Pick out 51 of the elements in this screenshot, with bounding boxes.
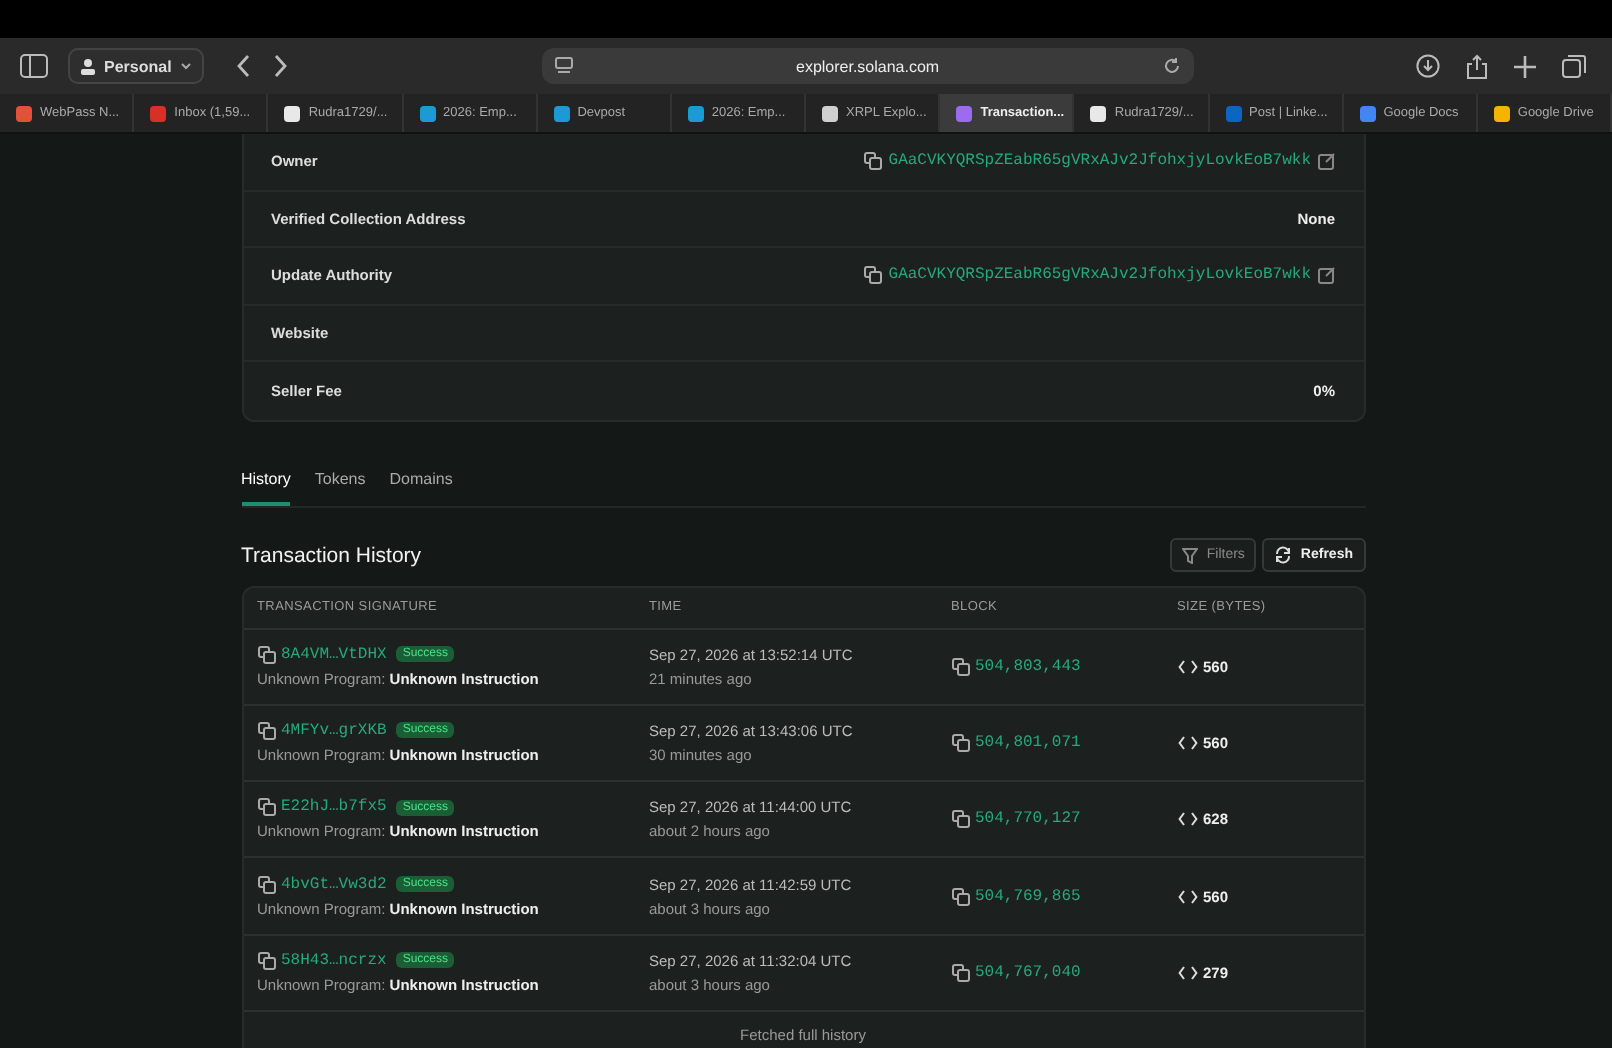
refresh-icon xyxy=(1274,546,1293,564)
profile-button[interactable]: Personal xyxy=(68,48,204,84)
plus-icon[interactable] xyxy=(1514,55,1536,77)
url-text: explorer.solana.com xyxy=(794,57,942,75)
copy-icon[interactable] xyxy=(864,152,883,171)
copy-icon[interactable] xyxy=(951,887,969,906)
copy-icon[interactable] xyxy=(951,657,969,676)
copy-icon[interactable] xyxy=(257,798,275,817)
signature-link[interactable]: 4MFYv…grXKB xyxy=(281,721,387,740)
filter-icon xyxy=(1182,547,1199,563)
section-title: Transaction History xyxy=(241,543,422,567)
code-icon xyxy=(1177,812,1197,827)
edit-icon[interactable] xyxy=(1317,266,1335,285)
code-icon xyxy=(1177,659,1197,674)
copy-icon[interactable] xyxy=(951,810,969,829)
signature-link[interactable]: 8A4VM…VtDHX xyxy=(281,645,387,664)
copy-icon[interactable] xyxy=(257,645,275,664)
block-link[interactable]: 504,769,865 xyxy=(975,887,1081,906)
block-link[interactable]: 504,803,443 xyxy=(975,657,1081,676)
page-icon xyxy=(553,56,574,76)
copy-icon[interactable] xyxy=(257,951,275,970)
address-link[interactable]: GAaCVKYQRSpZEabR65gVRxAJv2JfohxjyLovkEoB7wkk xyxy=(888,152,1311,171)
address-bar[interactable]: explorer.solana.com xyxy=(541,48,1194,84)
code-icon xyxy=(1177,889,1197,904)
section-tab[interactable]: Tokens xyxy=(314,465,366,505)
person-icon xyxy=(80,57,96,75)
forward-icon[interactable] xyxy=(271,54,288,78)
edit-icon[interactable] xyxy=(1317,152,1335,171)
copy-icon[interactable] xyxy=(951,733,969,752)
download-icon[interactable] xyxy=(1416,54,1440,78)
section-tab[interactable]: Domains xyxy=(389,465,453,505)
copy-icon[interactable] xyxy=(951,963,969,982)
copy-icon[interactable] xyxy=(864,266,883,285)
chevron-down-icon xyxy=(179,62,192,70)
block-link[interactable]: 504,770,127 xyxy=(975,810,1081,829)
back-icon[interactable] xyxy=(235,54,252,78)
block-link[interactable]: 504,801,071 xyxy=(975,733,1081,752)
copy-icon[interactable] xyxy=(257,875,275,894)
copy-icon[interactable] xyxy=(257,721,275,740)
share-icon[interactable] xyxy=(1466,53,1488,79)
sidebar-icon[interactable] xyxy=(20,54,48,78)
tabs-overview-icon[interactable] xyxy=(1562,54,1586,78)
section-tab[interactable]: History xyxy=(241,465,291,505)
code-icon xyxy=(1177,735,1197,750)
address-link[interactable]: GAaCVKYQRSpZEabR65gVRxAJv2JfohxjyLovkEoB7wkk xyxy=(888,266,1311,285)
signature-link[interactable]: 58H43…ncrzx xyxy=(281,951,387,970)
reload-icon[interactable] xyxy=(1161,56,1182,76)
signature-link[interactable]: 4bvGt…Vw3d2 xyxy=(281,875,387,894)
signature-link[interactable]: E22hJ…b7fx5 xyxy=(281,798,387,817)
code-icon xyxy=(1177,965,1197,980)
block-link[interactable]: 504,767,040 xyxy=(975,963,1081,982)
